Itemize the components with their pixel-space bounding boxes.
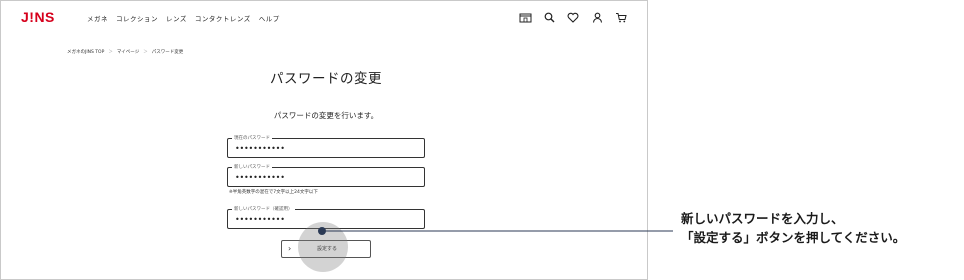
jins-logo[interactable]: J!NS — [21, 9, 55, 25]
nav-item-glasses[interactable]: メガネ — [87, 13, 108, 23]
nav-item-contact-lens[interactable]: コンタクトレンズ — [195, 13, 251, 23]
new-password-value: ••••••••••• — [235, 173, 285, 182]
search-icon[interactable] — [541, 10, 557, 24]
nav-item-lens[interactable]: レンズ — [166, 13, 187, 23]
annotation-line-2: 「設定する」ボタンを押してください。 — [681, 230, 906, 245]
browser-screenshot: J!NS メガネ コレクション レンズ コンタクトレンズ ヘルプ メガネのJIN… — [0, 0, 648, 280]
page-subtitle: パスワードの変更を行います。 — [273, 111, 379, 120]
password-rule-note: ※半角英数字の混在で7文字以上24文字以下 — [229, 190, 318, 195]
breadcrumb: メガネのJINS TOP ＞ マイページ ＞ パスワード変更 — [67, 49, 183, 55]
new-password-field[interactable]: 新しいパスワード ••••••••••• — [227, 164, 425, 187]
nav-item-help[interactable]: ヘルプ — [259, 13, 280, 23]
tap-indicator — [298, 222, 348, 272]
confirm-password-label: 新しいパスワード（確認用） — [232, 206, 295, 213]
current-password-value: ••••••••••• — [235, 144, 285, 153]
page-title: パスワードの変更 — [270, 71, 382, 87]
heart-icon[interactable] — [565, 10, 581, 24]
current-password-label: 現在のパスワード — [232, 135, 272, 142]
breadcrumb-separator: ＞ — [143, 50, 148, 55]
breadcrumb-current: パスワード変更 — [151, 50, 184, 55]
header-icons — [517, 10, 629, 24]
breadcrumb-mypage[interactable]: マイページ — [117, 49, 139, 55]
cart-icon[interactable] — [613, 10, 629, 24]
nav-item-collection[interactable]: コレクション — [116, 13, 158, 23]
store-icon[interactable] — [517, 10, 533, 24]
user-icon[interactable] — [589, 10, 605, 24]
new-password-label: 新しいパスワード — [232, 164, 272, 171]
breadcrumb-separator: ＞ — [108, 50, 113, 55]
current-password-field[interactable]: 現在のパスワード ••••••••••• — [227, 135, 425, 158]
main-nav: メガネ コレクション レンズ コンタクトレンズ ヘルプ — [87, 13, 280, 23]
confirm-password-value: ••••••••••• — [235, 215, 285, 224]
annotation-line-1: 新しいパスワードを入力し、 — [681, 211, 844, 226]
breadcrumb-top[interactable]: メガネのJINS TOP — [67, 49, 104, 55]
annotation-text: 新しいパスワードを入力し、 「設定する」ボタンを押してください。 — [681, 209, 905, 247]
